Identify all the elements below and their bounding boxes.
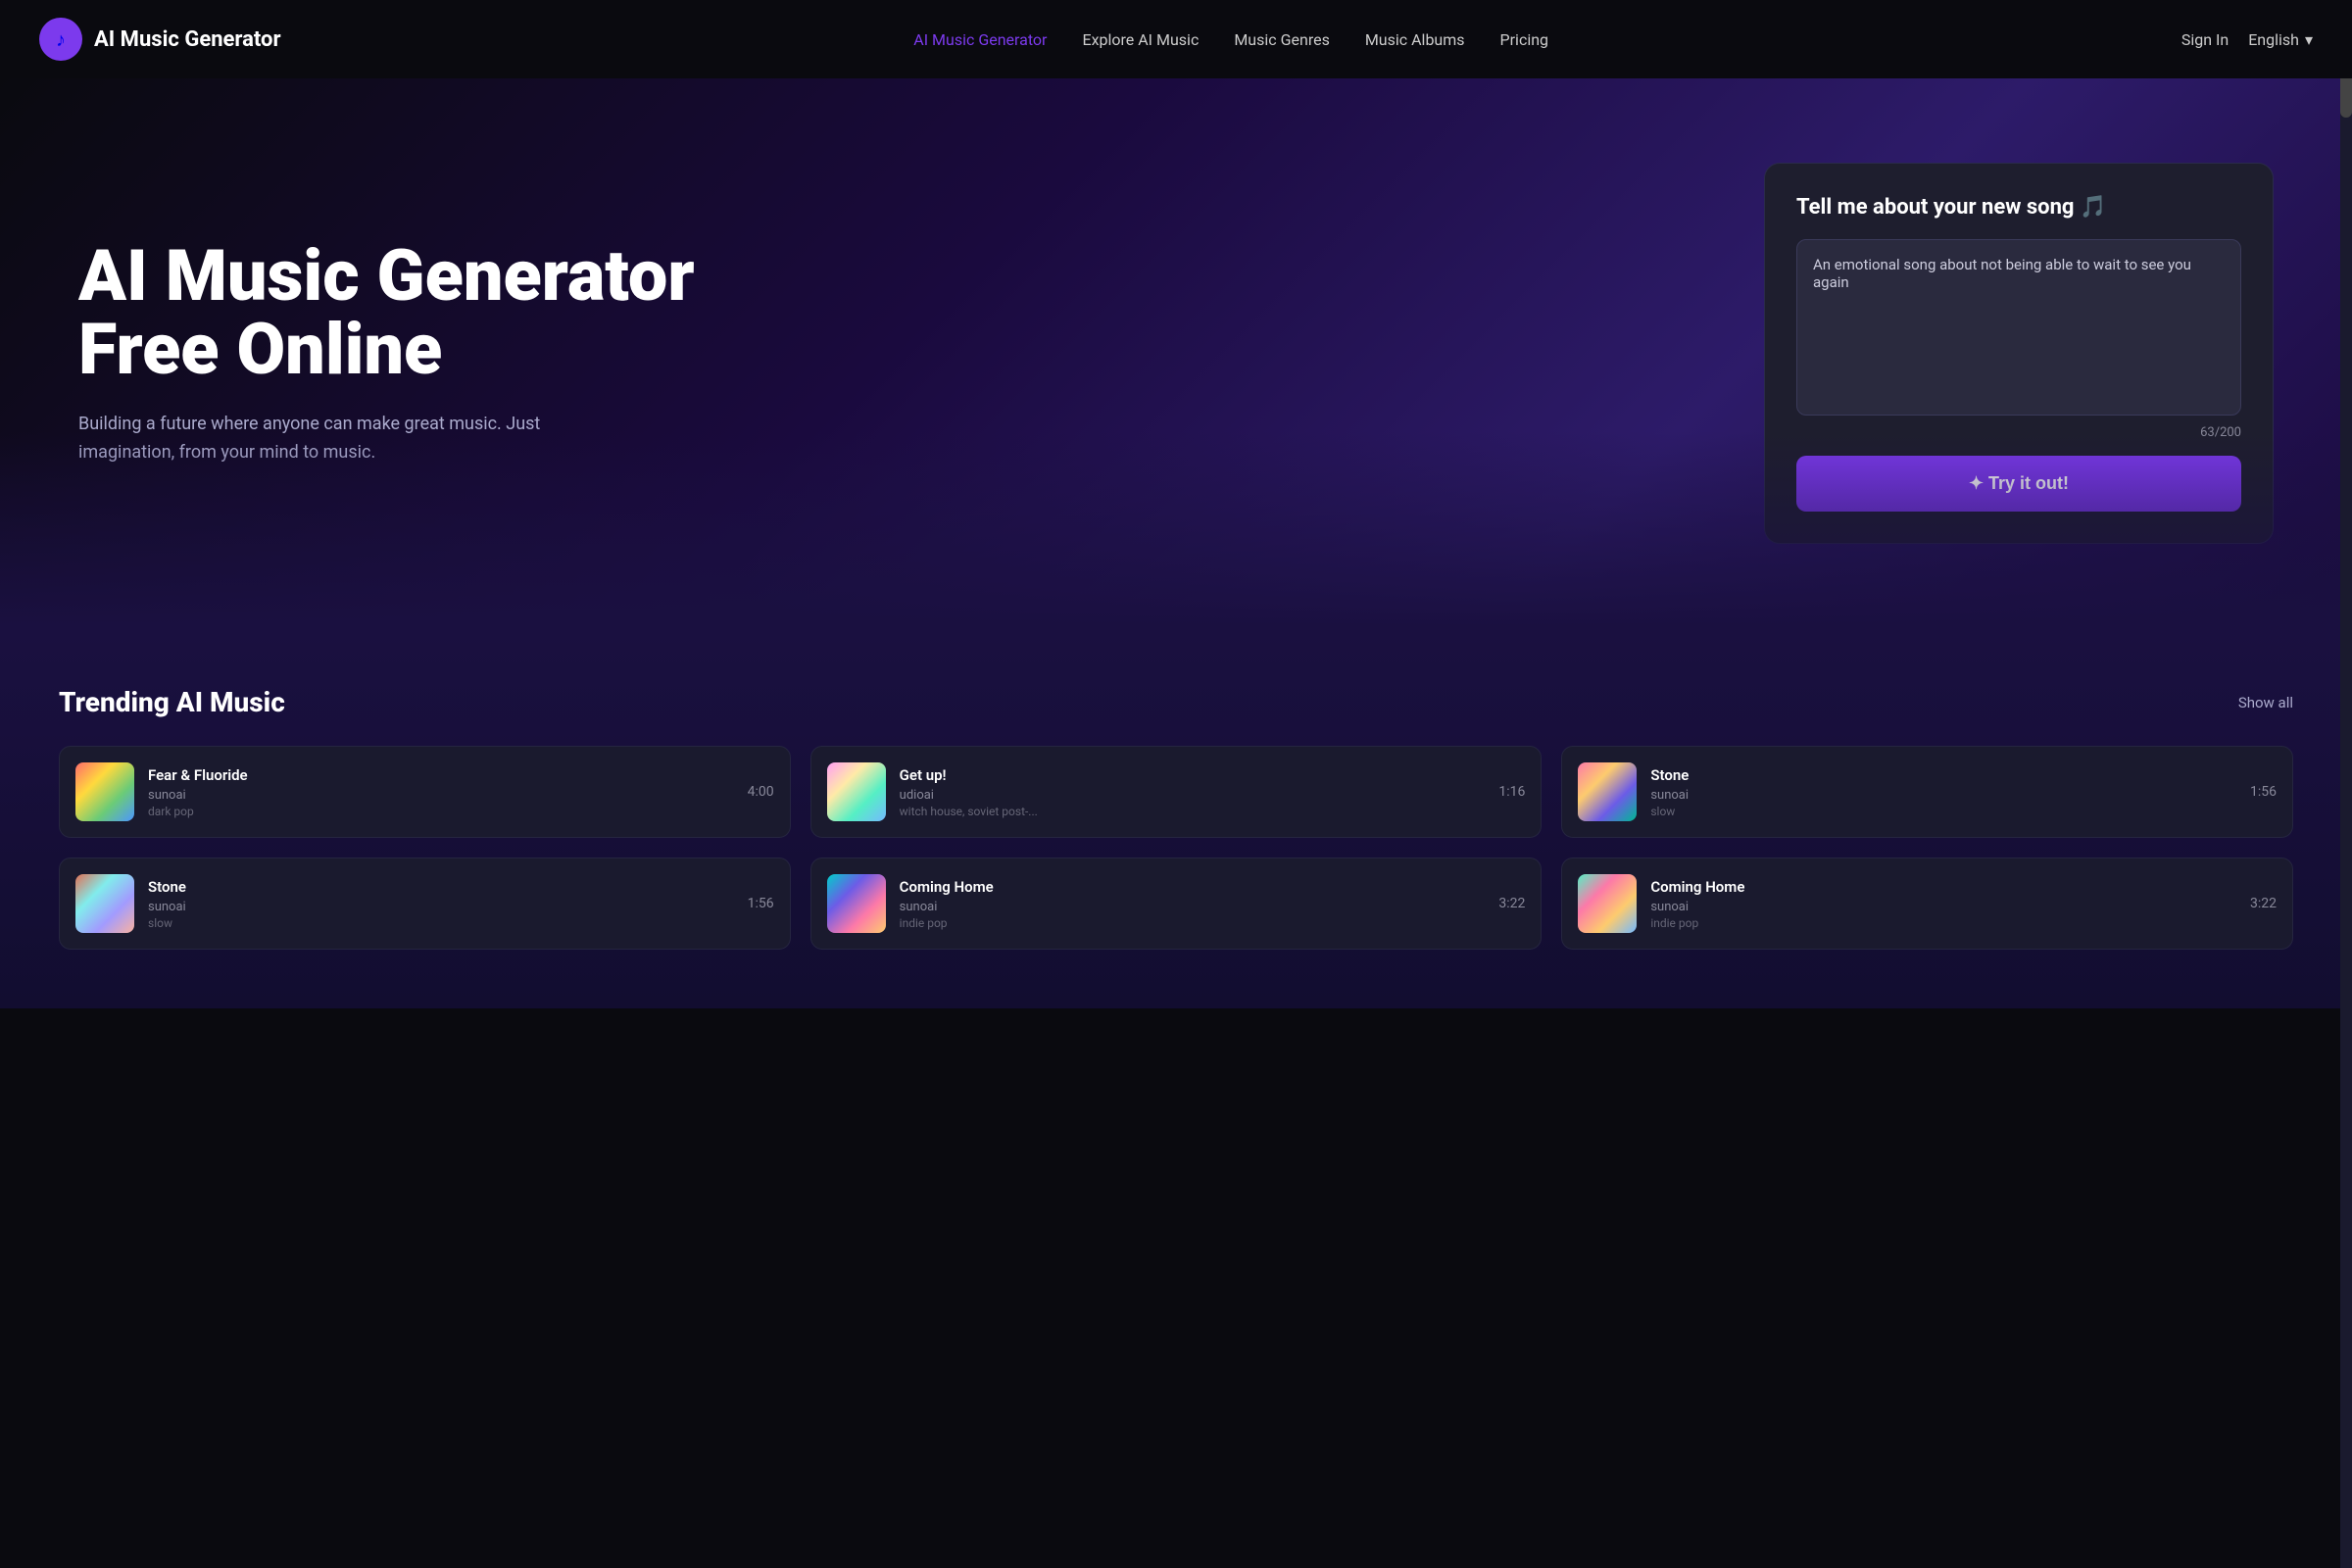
- chevron-down-icon: ▾: [2305, 30, 2313, 49]
- music-card-4[interactable]: Stone sunoai slow 1:56: [59, 858, 791, 950]
- trending-header: Trending AI Music Show all: [59, 686, 2293, 718]
- music-duration-3: 1:56: [2250, 784, 2277, 800]
- music-card-1[interactable]: Fear & Fluoride sunoai dark pop 4:00: [59, 746, 791, 838]
- nav-explore-ai-music[interactable]: Explore AI Music: [1082, 30, 1199, 49]
- trending-section: Trending AI Music Show all Fear & Fluori…: [0, 627, 2352, 1008]
- language-label: English: [2248, 30, 2299, 49]
- music-name-2: Get up!: [900, 766, 1486, 784]
- trending-title: Trending AI Music: [59, 686, 285, 718]
- music-duration-1: 4:00: [748, 784, 774, 800]
- music-info-1: Fear & Fluoride sunoai dark pop: [148, 766, 734, 818]
- music-artist-2: udioai: [900, 788, 1486, 803]
- music-card-2[interactable]: Get up! udioai witch house, soviet post-…: [810, 746, 1543, 838]
- hero-left: AI Music Generator Free Online Building …: [78, 239, 715, 467]
- music-thumb-5: [827, 874, 886, 933]
- brand-name: AI Music Generator: [94, 27, 281, 52]
- music-thumb-2: [827, 762, 886, 821]
- music-info-4: Stone sunoai slow: [148, 878, 734, 930]
- music-artist-6: sunoai: [1650, 900, 2236, 914]
- music-thumb-1: [75, 762, 134, 821]
- language-selector[interactable]: English ▾: [2248, 30, 2313, 49]
- nav-music-albums[interactable]: Music Albums: [1365, 30, 1465, 49]
- music-genre-1: dark pop: [148, 805, 734, 818]
- music-card-3[interactable]: Stone sunoai slow 1:56: [1561, 746, 2293, 838]
- music-card-5[interactable]: Coming Home sunoai indie pop 3:22: [810, 858, 1543, 950]
- music-info-6: Coming Home sunoai indie pop: [1650, 878, 2236, 930]
- music-genre-3: slow: [1650, 805, 2236, 818]
- nav-music-genres[interactable]: Music Genres: [1234, 30, 1330, 49]
- nav-links: AI Music Generator Explore AI Music Musi…: [913, 30, 1548, 49]
- brand-link[interactable]: ♪ AI Music Generator: [39, 18, 281, 61]
- hero-right: Tell me about your new song 🎵 63/200 ✦ T…: [1764, 163, 2274, 544]
- music-info-3: Stone sunoai slow: [1650, 766, 2236, 818]
- music-name-1: Fear & Fluoride: [148, 766, 734, 784]
- music-thumb-3: [1578, 762, 1637, 821]
- char-count: 63/200: [1796, 425, 2241, 440]
- music-genre-4: slow: [148, 916, 734, 930]
- nav-pricing[interactable]: Pricing: [1500, 30, 1549, 49]
- music-name-4: Stone: [148, 878, 734, 896]
- music-duration-6: 3:22: [2250, 896, 2277, 911]
- music-name-5: Coming Home: [900, 878, 1486, 896]
- show-all-link[interactable]: Show all: [2238, 694, 2293, 711]
- song-card-title: Tell me about your new song 🎵: [1796, 195, 2241, 220]
- music-genre-5: indie pop: [900, 916, 1486, 930]
- hero-title: AI Music Generator Free Online: [78, 239, 715, 387]
- music-artist-5: sunoai: [900, 900, 1486, 914]
- music-name-3: Stone: [1650, 766, 2236, 784]
- music-note-icon: ♪: [56, 27, 66, 52]
- music-duration-4: 1:56: [748, 896, 774, 911]
- nav-right: Sign In English ▾: [2181, 30, 2313, 49]
- music-artist-4: sunoai: [148, 900, 734, 914]
- music-info-2: Get up! udioai witch house, soviet post-…: [900, 766, 1486, 818]
- hero-section: AI Music Generator Free Online Building …: [0, 78, 2352, 627]
- music-artist-1: sunoai: [148, 788, 734, 803]
- scrollbar-track[interactable]: [2340, 0, 2352, 1568]
- music-genre-6: indie pop: [1650, 916, 2236, 930]
- song-description-input[interactable]: [1796, 239, 2241, 416]
- music-duration-5: 3:22: [1498, 896, 1525, 911]
- hero-subtitle: Building a future where anyone can make …: [78, 411, 588, 467]
- music-genre-2: witch house, soviet post-...: [900, 805, 1486, 818]
- song-generator-card: Tell me about your new song 🎵 63/200 ✦ T…: [1764, 163, 2274, 544]
- music-artist-3: sunoai: [1650, 788, 2236, 803]
- navbar: ♪ AI Music Generator AI Music Generator …: [0, 0, 2352, 78]
- music-name-6: Coming Home: [1650, 878, 2236, 896]
- music-thumb-4: [75, 874, 134, 933]
- music-card-6[interactable]: Coming Home sunoai indie pop 3:22: [1561, 858, 2293, 950]
- brand-logo: ♪: [39, 18, 82, 61]
- music-grid: Fear & Fluoride sunoai dark pop 4:00 Get…: [59, 746, 2293, 950]
- music-info-5: Coming Home sunoai indie pop: [900, 878, 1486, 930]
- music-thumb-6: [1578, 874, 1637, 933]
- nav-ai-music-generator[interactable]: AI Music Generator: [913, 30, 1047, 49]
- try-it-out-button[interactable]: ✦ Try it out!: [1796, 456, 2241, 512]
- sign-in-button[interactable]: Sign In: [2181, 30, 2229, 49]
- music-duration-2: 1:16: [1498, 784, 1525, 800]
